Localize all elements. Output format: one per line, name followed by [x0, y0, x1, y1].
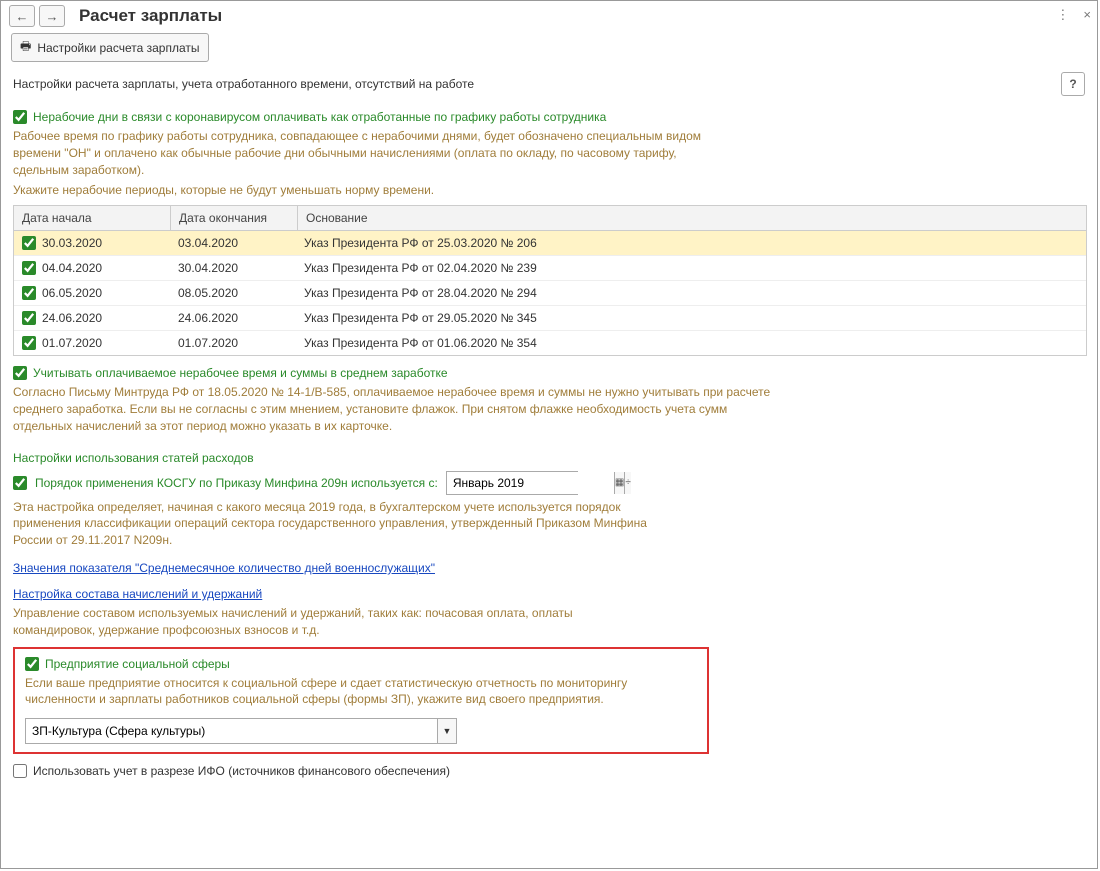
menu-icon[interactable]: ⋮	[1056, 7, 1069, 23]
covid-checkbox-label: Нерабочие дни в связи с коронавирусом оп…	[33, 110, 606, 124]
cell-end: 03.04.2020	[170, 231, 296, 255]
cell-start: 30.03.2020	[42, 236, 102, 250]
subtitle: Настройки расчета зарплаты, учета отрабо…	[13, 77, 1061, 91]
ifo-checkbox[interactable]	[13, 764, 27, 778]
average-checkbox-label: Учитывать оплачиваемое нерабочее время и…	[33, 366, 448, 380]
chevron-down-icon[interactable]: ▼	[437, 719, 456, 743]
table-row[interactable]: 06.05.2020 08.05.2020Указ Президента РФ о…	[14, 281, 1086, 306]
toolbar: 🖶 Настройки расчета зарплаты	[1, 29, 1097, 66]
covid-description: Рабочее время по графику работы сотрудни…	[13, 128, 733, 178]
forward-button[interactable]: →	[39, 5, 65, 27]
grid-header-basis[interactable]: Основание	[298, 206, 1086, 230]
cell-end: 01.07.2020	[170, 331, 296, 355]
cell-start: 24.06.2020	[42, 311, 102, 325]
social-checkbox-label: Предприятие социальной сферы	[45, 657, 230, 671]
social-sphere-box: Предприятие социальной сферы Если ваше п…	[13, 647, 709, 755]
covid-hint: Укажите нерабочие периоды, которые не бу…	[13, 182, 443, 199]
kosgu-checkbox-label: Порядок применения КОСГУ по Приказу Минф…	[35, 476, 438, 490]
cell-basis: Указ Президента РФ от 28.04.2020 № 294	[296, 281, 1086, 305]
content: Настройки расчета зарплаты, учета отрабо…	[1, 66, 1097, 788]
salary-settings-button-label: Настройки расчета зарплаты	[37, 41, 199, 55]
grid-header-start[interactable]: Дата начала	[14, 206, 171, 230]
arrow-right-icon: →	[46, 9, 59, 24]
table-row[interactable]: 01.07.202001.07.2020Указ Президента РФ о…	[14, 331, 1086, 355]
cell-end: 08.05.2020	[170, 281, 296, 305]
app-window: ← → Расчет зарплаты ⋮ × 🖶 Настройки расч…	[0, 0, 1098, 869]
cell-basis: Указ Президента РФ от 01.06.2020 № 354	[296, 331, 1086, 355]
cell-start: 04.04.2020	[42, 261, 102, 275]
ifo-checkbox-row[interactable]: Использовать учет в разрезе ИФО (источни…	[13, 764, 1085, 778]
social-checkbox-row[interactable]: Предприятие социальной сферы	[25, 657, 697, 671]
back-button[interactable]: ←	[9, 5, 35, 27]
cell-start: 06.05.2020	[42, 286, 102, 300]
average-checkbox-row[interactable]: Учитывать оплачиваемое нерабочее время и…	[13, 366, 1085, 380]
close-icon[interactable]: ×	[1083, 7, 1091, 23]
table-row[interactable]: 04.04.2020 30.04.2020Указ Президента РФ о…	[14, 256, 1086, 281]
row-checkbox[interactable]	[22, 236, 36, 250]
printer-icon: 🖶	[20, 37, 31, 58]
accruals-description: Управление составом используемых начисле…	[13, 605, 653, 639]
grid-header-end[interactable]: Дата окончания	[171, 206, 298, 230]
calendar-icon[interactable]: ▦	[614, 472, 624, 494]
cell-basis: Указ Президента РФ от 25.03.2020 № 206	[296, 231, 1086, 255]
kosgu-date-field[interactable]: ▦ ÷	[446, 471, 578, 495]
social-description: Если ваше предприятие относится к социал…	[25, 675, 685, 709]
covid-checkbox-row[interactable]: Нерабочие дни в связи с коронавирусом оп…	[13, 110, 1085, 124]
table-row[interactable]: 30.03.2020 03.04.2020Указ Президента РФ о…	[14, 231, 1086, 256]
average-description: Согласно Письму Минтруда РФ от 18.05.202…	[13, 384, 773, 434]
social-checkbox[interactable]	[25, 657, 39, 671]
grid-header: Дата начала Дата окончания Основание	[14, 206, 1086, 231]
social-type-input[interactable]	[26, 719, 437, 743]
link-soldiers-days[interactable]: Значения показателя "Среднемесячное коли…	[13, 561, 435, 575]
cell-basis: Указ Президента РФ от 29.05.2020 № 345	[296, 306, 1086, 330]
social-type-combo[interactable]: ▼	[25, 718, 457, 744]
cell-end: 24.06.2020	[170, 306, 296, 330]
average-checkbox[interactable]	[13, 366, 27, 380]
kosgu-description: Эта настройка определяет, начиная с како…	[13, 499, 653, 549]
salary-settings-button[interactable]: 🖶 Настройки расчета зарплаты	[11, 33, 209, 62]
kosgu-section-header: Настройки использования статей расходов	[13, 451, 1085, 465]
cell-start: 01.07.2020	[42, 336, 102, 350]
page-title: Расчет зарплаты	[79, 6, 222, 26]
kosgu-date-input[interactable]	[447, 472, 614, 494]
cell-end: 30.04.2020	[170, 256, 296, 280]
spinner-icon[interactable]: ÷	[624, 472, 631, 494]
row-checkbox[interactable]	[22, 336, 36, 350]
kosgu-checkbox[interactable]	[13, 476, 27, 490]
table-row[interactable]: 24.06.202024.06.2020Указ Президента РФ о…	[14, 306, 1086, 331]
periods-grid: Дата начала Дата окончания Основание 30.…	[13, 205, 1087, 356]
ifo-checkbox-label: Использовать учет в разрезе ИФО (источни…	[33, 764, 450, 778]
link-accruals-settings[interactable]: Настройка состава начислений и удержаний	[13, 587, 262, 601]
covid-checkbox[interactable]	[13, 110, 27, 124]
row-checkbox[interactable]	[22, 286, 36, 300]
titlebar: ← → Расчет зарплаты ⋮ ×	[1, 1, 1097, 29]
row-checkbox[interactable]	[22, 311, 36, 325]
cell-basis: Указ Президента РФ от 02.04.2020 № 239	[296, 256, 1086, 280]
help-button[interactable]: ?	[1061, 72, 1085, 96]
row-checkbox[interactable]	[22, 261, 36, 275]
arrow-left-icon: ←	[16, 9, 29, 24]
